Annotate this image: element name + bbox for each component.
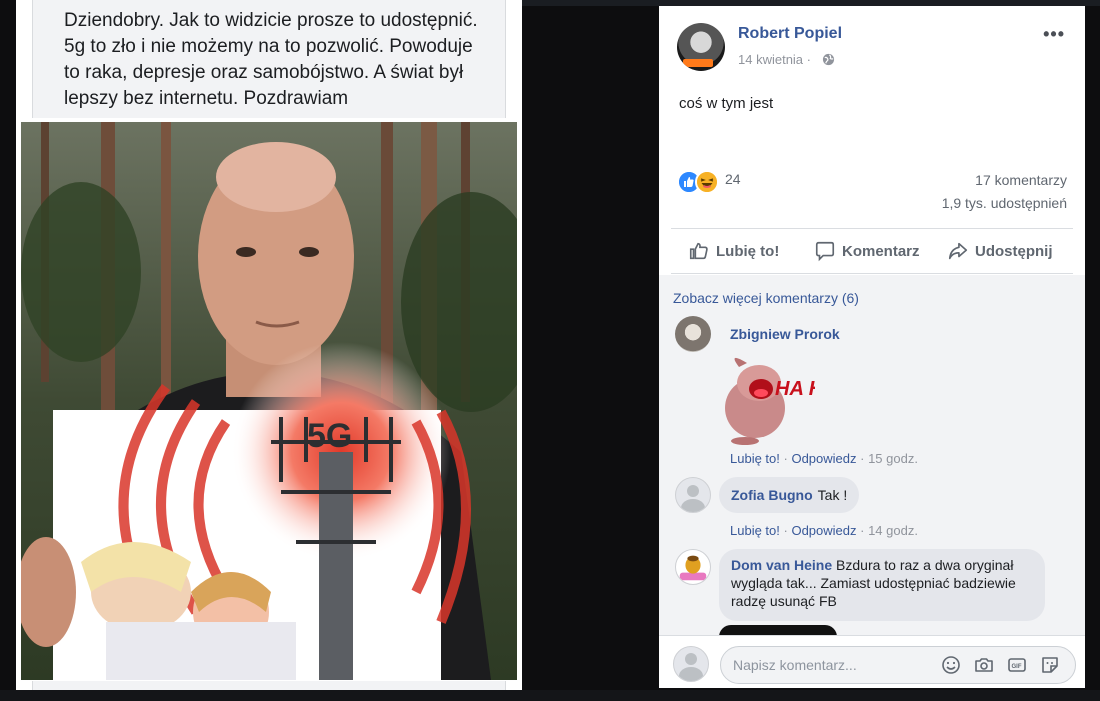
laughing-dog-sticker: HA HA [725, 357, 815, 445]
comments-section: Zobacz więcej komentarzy (6) Zbigniew Pr… [659, 275, 1085, 639]
photo-illustration: 5G [21, 122, 517, 680]
post-header: Robert Popiel 14 kwietnia · ••• [659, 6, 1085, 86]
commenter-name[interactable]: Dom van Heine [731, 557, 832, 573]
author-avatar[interactable] [677, 23, 725, 71]
thumbs-up-icon [689, 242, 708, 260]
avatar-badge [683, 59, 713, 67]
see-more-comments-link[interactable]: Zobacz więcej komentarzy (6) [673, 290, 859, 306]
globe-icon [822, 53, 835, 66]
user-avatar [673, 646, 709, 682]
comment-time[interactable]: · 14 godz. [860, 523, 918, 538]
ellipsis-icon[interactable]: ••• [1043, 24, 1065, 45]
gif-icon[interactable]: GIF [1006, 654, 1028, 676]
comment-icon [815, 241, 835, 262]
man-holding-5g-sign-photo: 5G [21, 122, 517, 680]
comment-like-link[interactable]: Lubię to! [730, 451, 780, 466]
composer-icons: GIF [940, 654, 1061, 676]
sticker-icon[interactable] [1039, 654, 1061, 676]
commenter-name[interactable]: Zbigniew Prorok [730, 326, 840, 342]
camera-icon[interactable] [973, 654, 995, 676]
emoji-icon[interactable] [940, 654, 962, 676]
share-arrow-icon [948, 242, 968, 260]
share-button-label: Udostępnij [975, 242, 1053, 260]
comment-bubble: Zofia Bugno Tak ! [719, 477, 860, 513]
comment-like-link[interactable]: Lubię to! [730, 523, 780, 538]
sign-5g-label: 5G [307, 417, 352, 455]
comment-reply-link[interactable]: Odpowiedz [791, 451, 856, 466]
like-button-label: Lubię to! [716, 242, 780, 260]
shares-count[interactable]: 1,9 tys. udostępnień [942, 195, 1067, 211]
comment-actions: Lubię to! · Odpowiedz · 15 godz. [730, 451, 918, 466]
comment-button[interactable]: Komentarz [814, 229, 920, 273]
share-button[interactable]: Udostępnij [947, 229, 1053, 273]
comment-reply-link[interactable]: Odpowiedz [791, 523, 856, 538]
sticker-text: HA HA [775, 378, 815, 400]
comments-count[interactable]: 17 komentarzy [975, 172, 1067, 188]
post-text: coś w tym jest [679, 95, 774, 112]
comment-actions: Lubię to! · Odpowiedz · 14 godz. [730, 523, 918, 538]
commenter-avatar[interactable] [675, 549, 711, 585]
image-caption-text: Dziendobry. Jak to widzicie prosze to ud… [64, 10, 478, 109]
comment-bubble: Dom van Heine Bzdura to raz a dwa orygin… [719, 549, 1045, 621]
post-action-bar: Lubię to! Komentarz Udostępnij [671, 228, 1073, 274]
haha-reaction-icon [695, 170, 719, 194]
background-strip-bottom [0, 690, 1100, 701]
comment-text: Tak ! [817, 487, 848, 503]
author-name[interactable]: Robert Popiel [738, 25, 842, 43]
cartoon-avatar-icon [679, 555, 707, 581]
commenter-avatar[interactable] [675, 316, 711, 352]
svg-text:GIF: GIF [1012, 664, 1022, 670]
comment-composer: GIF [659, 635, 1085, 688]
shared-image-panel: Dziendobry. Jak to widzicie prosze to ud… [16, 0, 522, 694]
like-button[interactable]: Lubię to! [688, 229, 779, 273]
default-avatar-icon[interactable] [675, 477, 711, 513]
image-caption: Dziendobry. Jak to widzicie prosze to ud… [32, 0, 506, 118]
commenter-name[interactable]: Zofia Bugno [731, 487, 813, 503]
facebook-post-panel: Robert Popiel 14 kwietnia · ••• coś w ty… [659, 6, 1085, 688]
post-date[interactable]: 14 kwietnia · [738, 52, 811, 67]
comment-button-label: Komentarz [842, 242, 920, 260]
reaction-count: 24 [725, 171, 741, 187]
comment-time[interactable]: · 15 godz. [860, 451, 918, 466]
